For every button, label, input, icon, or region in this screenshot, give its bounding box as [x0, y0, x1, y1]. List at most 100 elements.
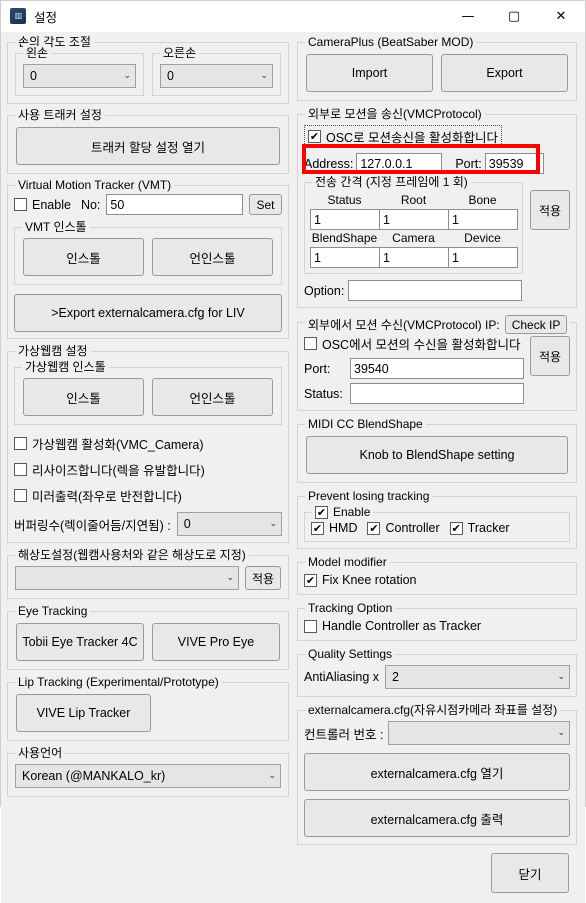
- receive-port-input[interactable]: 39540: [350, 358, 524, 379]
- group-midi-blendshape-title: MIDI CC BlendShape: [305, 417, 426, 431]
- group-lip-tracking-title: Lip Tracking (Experimental/Prototype): [15, 675, 222, 689]
- vmt-no-label: No:: [80, 197, 101, 212]
- group-prevent-losing-tracking-title: Prevent losing tracking: [305, 489, 433, 503]
- webcam-resize-checkbox[interactable]: ✔ 리사이즈합니다(렉을 유발합니다): [14, 460, 282, 479]
- osc-receive-enable-checkbox[interactable]: ✔ OSC에서 모션의 수신을 활성화합니다: [304, 334, 524, 353]
- tobii-eye-tracker-button[interactable]: Tobii Eye Tracker 4C: [16, 623, 144, 661]
- interval-header-blendshape: BlendShape: [311, 231, 378, 245]
- output-externalcamera-cfg-button[interactable]: externalcamera.cfg 출력: [304, 799, 570, 837]
- osc-send-enable-label: OSC로 모션송신을 활성화합니다: [326, 131, 499, 145]
- send-address-label: Address:: [304, 156, 354, 171]
- webcam-uninstall-button[interactable]: 언인스톨: [152, 378, 273, 416]
- checkbox-box: ✔: [14, 198, 27, 211]
- cameraplus-import-button[interactable]: Import: [306, 54, 433, 92]
- send-option-input[interactable]: [348, 280, 522, 301]
- group-motion-receive-header: 외부에서 모션 수신(VMCProtocol) IP: Check IP: [305, 315, 571, 334]
- group-motion-send: 외부로 모션을 송신(VMCProtocol) ✔ OSC로 모션송신을 활성화…: [297, 107, 577, 308]
- buffering-label: 버퍼링수(렉이줄어듬/지연됨) :: [14, 518, 171, 533]
- interval-input-status[interactable]: 1: [310, 209, 380, 230]
- fix-knee-rotation-label: Fix Knee rotation: [322, 573, 417, 587]
- open-externalcamera-cfg-button[interactable]: externalcamera.cfg 열기: [304, 753, 570, 791]
- interval-input-device[interactable]: 1: [448, 247, 518, 268]
- send-apply-button[interactable]: 적용: [530, 190, 570, 230]
- resolution-apply-button[interactable]: 적용: [245, 566, 281, 590]
- prevent-hmd-checkbox[interactable]: ✔ HMD: [311, 521, 357, 535]
- prevent-enable-checkbox[interactable]: ✔ Enable: [312, 505, 374, 519]
- interval-header-device: Device: [464, 231, 501, 245]
- vmt-install-button[interactable]: 인스톨: [23, 238, 144, 276]
- left-hand-angle-combo[interactable]: 0 ⌄: [23, 64, 136, 88]
- group-language-title: 사용언어: [15, 746, 66, 760]
- webcam-install-button[interactable]: 인스톨: [23, 378, 144, 416]
- chevron-down-icon: ⌄: [557, 672, 565, 682]
- group-right-hand: 오른손 0 ⌄: [152, 46, 281, 96]
- dialog-footer: 닫기: [297, 845, 577, 903]
- knob-to-blendshape-button[interactable]: Knob to BlendShape setting: [306, 436, 568, 474]
- group-externalcamera-title: externalcamera.cfg(자유시점카메라 좌표를 설정): [305, 703, 561, 717]
- cameraplus-export-button[interactable]: Export: [441, 54, 568, 92]
- controller-number-combo[interactable]: ⌄: [388, 721, 570, 745]
- send-address-input[interactable]: 127.0.0.1: [356, 153, 443, 174]
- prevent-controller-label: Controller: [385, 521, 440, 535]
- right-hand-angle-value: 0: [167, 69, 174, 83]
- group-hand-angle: 손의 각도 조절 왼손 0 ⌄ 오른손 0 ⌄: [7, 35, 289, 104]
- chevron-down-icon: ⌄: [268, 771, 276, 781]
- checkbox-box: ✔: [14, 437, 27, 450]
- prevent-tracker-checkbox[interactable]: ✔ Tracker: [449, 521, 510, 535]
- app-icon: ▥: [10, 8, 26, 24]
- vmt-enable-label: Enable: [32, 197, 71, 212]
- antialiasing-label: AntiAliasing x: [304, 670, 380, 684]
- osc-send-enable-checkbox[interactable]: ✔ OSC로 모션송신을 활성화합니다: [304, 125, 503, 148]
- group-left-hand: 왼손 0 ⌄: [15, 46, 144, 96]
- open-tracker-assignment-button[interactable]: 트래커 할당 설정 열기: [16, 127, 280, 165]
- right-hand-angle-combo[interactable]: 0 ⌄: [160, 64, 273, 88]
- group-vmt-title: Virtual Motion Tracker (VMT): [15, 178, 175, 192]
- group-cameraplus: CameraPlus (BeatSaber MOD) Import Export: [297, 35, 577, 101]
- interval-grid: Status Root Bone 1 1 1 BlendShape Camera…: [310, 192, 518, 268]
- maximize-button[interactable]: ▢: [491, 1, 537, 32]
- vmt-set-button[interactable]: Set: [249, 194, 282, 215]
- webcam-mirror-checkbox[interactable]: ✔ 미러출력(좌우로 반전합니다): [14, 486, 282, 505]
- group-vmt: Virtual Motion Tracker (VMT) ✔ Enable No…: [7, 178, 289, 339]
- interval-input-camera[interactable]: 1: [379, 247, 449, 268]
- interval-input-bone[interactable]: 1: [448, 209, 518, 230]
- antialiasing-combo[interactable]: 2 ⌄: [385, 665, 570, 689]
- group-tracking-option: Tracking Option ✔ Handle Controller as T…: [297, 601, 577, 641]
- receive-apply-button[interactable]: 적용: [530, 336, 570, 376]
- vmt-enable-checkbox[interactable]: ✔ Enable: [14, 198, 71, 212]
- group-lip-tracking: Lip Tracking (Experimental/Prototype) VI…: [7, 675, 289, 741]
- group-vmt-install-title: VMT 인스톨: [22, 220, 90, 234]
- vive-lip-tracker-button[interactable]: VIVE Lip Tracker: [16, 694, 151, 732]
- interval-input-root[interactable]: 1: [379, 209, 449, 230]
- close-dialog-button[interactable]: 닫기: [491, 853, 569, 893]
- language-combo[interactable]: Korean (@MANKALO_kr) ⌄: [15, 764, 281, 788]
- send-port-input[interactable]: 39539: [484, 153, 544, 174]
- fix-knee-rotation-checkbox[interactable]: ✔ Fix Knee rotation: [304, 573, 570, 587]
- group-vmt-install: VMT 인스톨 인스톨 언인스톨: [14, 220, 282, 285]
- resolution-combo[interactable]: ⌄: [15, 566, 239, 590]
- export-externalcamera-liv-button[interactable]: >Export externalcamera.cfg for LIV: [14, 294, 282, 332]
- interval-header-status: Status: [327, 193, 362, 207]
- checkbox-box: ✔: [311, 521, 324, 535]
- interval-input-blendshape[interactable]: 1: [310, 247, 380, 268]
- handle-controller-as-tracker-checkbox[interactable]: ✔ Handle Controller as Tracker: [304, 619, 570, 633]
- group-cameraplus-title: CameraPlus (BeatSaber MOD): [305, 35, 477, 49]
- vmt-uninstall-button[interactable]: 언인스톨: [152, 238, 273, 276]
- checkbox-box: ✔: [308, 130, 321, 143]
- prevent-controller-checkbox[interactable]: ✔ Controller: [367, 521, 440, 535]
- minimize-button[interactable]: —: [445, 1, 491, 32]
- prevent-tracker-label: Tracker: [467, 521, 510, 535]
- buffering-combo[interactable]: 0 ⌄: [176, 512, 282, 536]
- group-tracker-settings: 사용 트래커 설정 트래커 할당 설정 열기: [7, 108, 289, 174]
- group-model-modifier-title: Model modifier: [305, 555, 390, 569]
- chevron-down-icon: ⌄: [557, 728, 565, 738]
- webcam-enable-checkbox[interactable]: ✔ 가상웹캠 활성화(VMC_Camera): [14, 434, 282, 453]
- vive-pro-eye-button[interactable]: VIVE Pro Eye: [152, 623, 280, 661]
- settings-content: 손의 각도 조절 왼손 0 ⌄ 오른손 0 ⌄ 사용 트래커 설정 트래커 할당…: [1, 32, 585, 903]
- vmt-no-input[interactable]: 50: [106, 194, 243, 215]
- right-column: CameraPlus (BeatSaber MOD) Import Export…: [293, 32, 585, 903]
- check-ip-button[interactable]: Check IP: [504, 315, 568, 334]
- send-port-label: Port:: [455, 156, 482, 171]
- language-value: Korean (@MANKALO_kr): [22, 769, 166, 783]
- close-icon[interactable]: ✕: [537, 1, 585, 32]
